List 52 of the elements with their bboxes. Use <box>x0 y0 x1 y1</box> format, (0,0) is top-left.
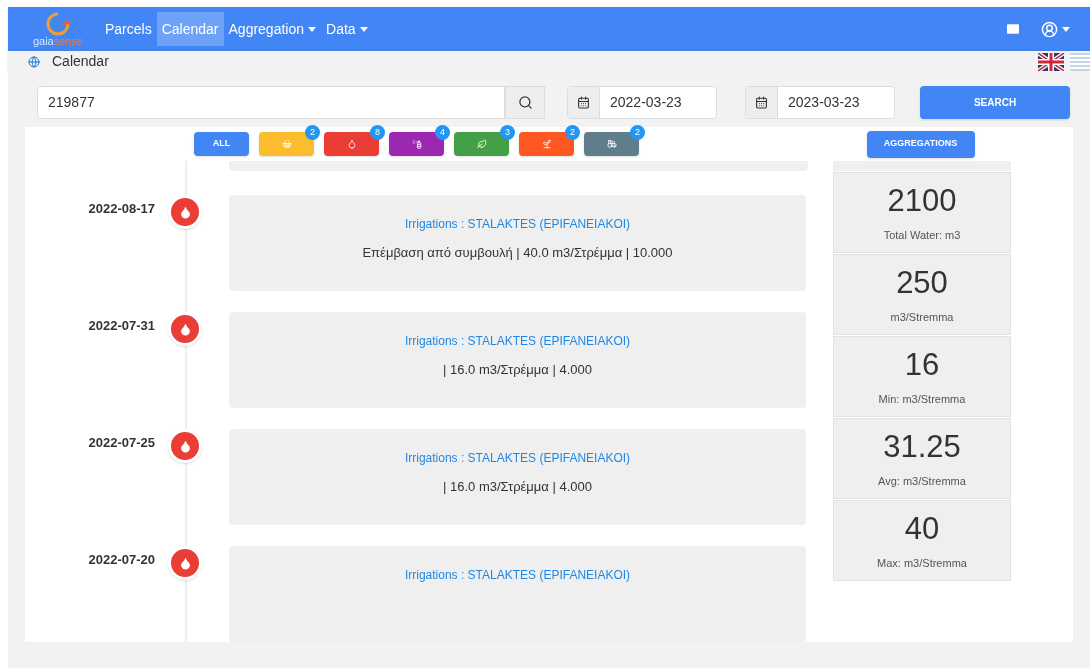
event-title[interactable]: Irrigations : STALAKTES (EPIFANEIAKOI) <box>404 332 631 350</box>
basket-icon <box>281 139 292 149</box>
droplet-icon <box>178 322 192 336</box>
caret-icon <box>1062 26 1070 32</box>
calendar-icon <box>577 96 590 109</box>
stat-label: Total Water: m3 <box>883 228 961 243</box>
event-title[interactable]: Irrigations : STALAKTES (EPIFANEIAKOI) <box>404 215 631 233</box>
stat-value: 16 <box>904 346 940 384</box>
event-date: 2022-07-20 <box>87 551 155 569</box>
droplet-icon <box>346 139 357 149</box>
nav-link[interactable]: Data <box>321 12 373 47</box>
start-date-field[interactable]: 2022-03-23 <box>567 86 717 119</box>
droplet-icon <box>178 205 192 219</box>
globe-icon <box>28 55 40 68</box>
event-detail: | 16.0 m3/Στρέμμα | 4.000 <box>443 478 592 496</box>
event-detail: Επέμβαση από συμβουλή | 40.0 m3/Στρέμμα | 10.000 <box>362 244 673 262</box>
nav-link[interactable]: Calendar <box>156 12 224 47</box>
search-icon <box>517 95 533 110</box>
stat-value: 31.25 <box>883 428 961 466</box>
tractor-icon <box>606 139 617 149</box>
parcel-search-field[interactable]: 219877 <box>37 86 505 119</box>
event-detail: | 16.0 m3/Στρέμμα | 4.000 <box>443 361 592 379</box>
stat-value: 2100 <box>887 182 957 220</box>
aggregations-button[interactable]: AGGREGATIONS <box>866 130 975 158</box>
logo-icon <box>45 11 71 36</box>
event-title[interactable]: Irrigations : STALAKTES (EPIFANEIAKOI) <box>404 566 631 584</box>
stat-label: Max: m3/Stremma <box>877 556 967 571</box>
search-button[interactable]: SEARCH <box>920 86 1070 119</box>
stat-value: 250 <box>896 264 948 302</box>
event-date: 2022-08-17 <box>87 200 155 218</box>
stat-value: 40 <box>904 510 940 548</box>
event-title[interactable]: Irrigations : STALAKTES (EPIFANEIAKOI) <box>404 449 631 467</box>
nav-link[interactable]: Aggregation <box>223 12 322 47</box>
stat-label: Min: m3/Stremma <box>878 392 966 407</box>
end-date-field[interactable]: 2023-03-23 <box>745 86 895 119</box>
event-date: 2022-07-31 <box>87 317 155 335</box>
leaf-icon <box>476 139 487 149</box>
calendar-icon <box>755 96 768 109</box>
logo-text: gaiasense <box>32 35 84 47</box>
breadcrumb[interactable]: Calendar <box>52 51 109 72</box>
spray-can-icon <box>411 139 422 149</box>
stat-label: Avg: m3/Stremma <box>878 474 966 489</box>
search-icon-button[interactable] <box>505 86 545 119</box>
droplet-icon <box>178 556 192 570</box>
stat-label: m3/Stremma <box>890 310 954 325</box>
sprout-icon <box>541 139 552 149</box>
event-date: 2022-07-25 <box>87 434 155 452</box>
user-icon[interactable] <box>1041 20 1058 38</box>
filter-button[interactable]: ALL <box>194 132 249 156</box>
nav-link[interactable]: Parcels <box>100 12 157 47</box>
droplet-icon <box>178 439 192 453</box>
uk-flag-icon[interactable] <box>1038 52 1064 71</box>
